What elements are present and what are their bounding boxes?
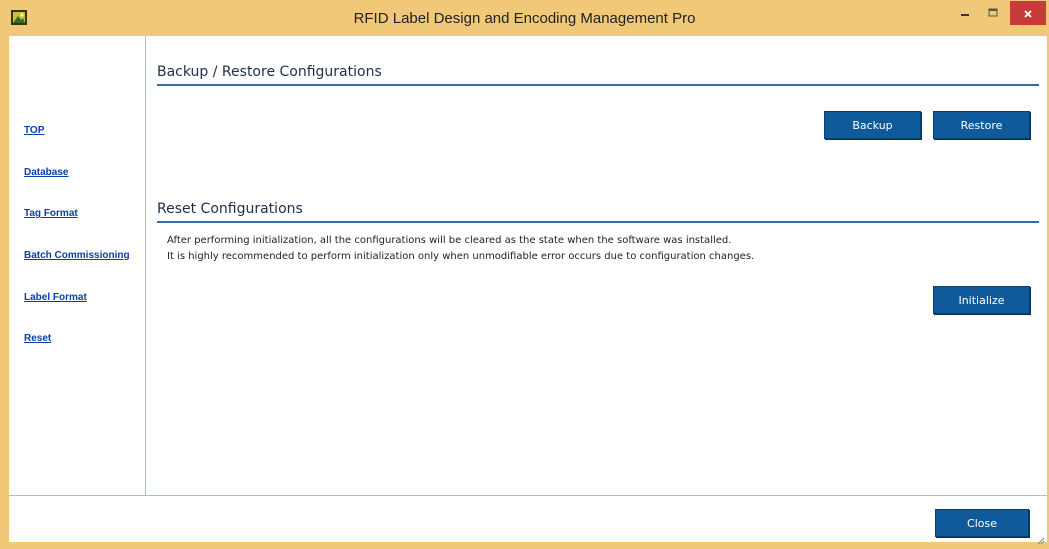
minimize-button[interactable] [952,0,978,24]
reset-description-line-2: It is highly recommended to perform init… [167,251,755,262]
close-icon [1023,4,1033,23]
sidebar-item-reset[interactable]: Reset [24,333,51,344]
sidebar-item-label-format[interactable]: Label Format [24,292,87,303]
sidebar-item-batch-commissioning[interactable]: Batch Commissioning [24,250,130,261]
backup-section-divider [157,84,1039,86]
title-bar[interactable]: RFID Label Design and Encoding Managemen… [0,0,1049,36]
reset-description-line-1: After performing initialization, all the… [167,235,732,246]
sidebar-item-database[interactable]: Database [24,167,68,178]
window-title: RFID Label Design and Encoding Managemen… [353,10,696,27]
minimize-icon [960,3,970,22]
backup-restore-heading: Backup / Restore Configurations [157,64,382,80]
close-button[interactable]: Close [935,509,1029,537]
initialize-button[interactable]: Initialize [933,286,1030,314]
maximize-icon [988,3,998,22]
reset-section-divider [157,221,1039,223]
app-window: RFID Label Design and Encoding Managemen… [0,0,1049,545]
sidebar: TOP Database Tag Format Batch Commission… [9,36,146,495]
backup-button[interactable]: Backup [824,111,921,139]
restore-button[interactable]: Restore [933,111,1030,139]
maximize-button[interactable] [980,0,1006,24]
footer-divider [9,495,1047,496]
resize-grip-icon[interactable] [1035,530,1045,545]
sidebar-item-top[interactable]: TOP [24,125,44,136]
close-window-button[interactable] [1010,1,1046,25]
sidebar-item-tag-format[interactable]: Tag Format [24,208,78,219]
client-area: TOP Database Tag Format Batch Commission… [9,36,1047,545]
reset-heading: Reset Configurations [157,201,303,217]
